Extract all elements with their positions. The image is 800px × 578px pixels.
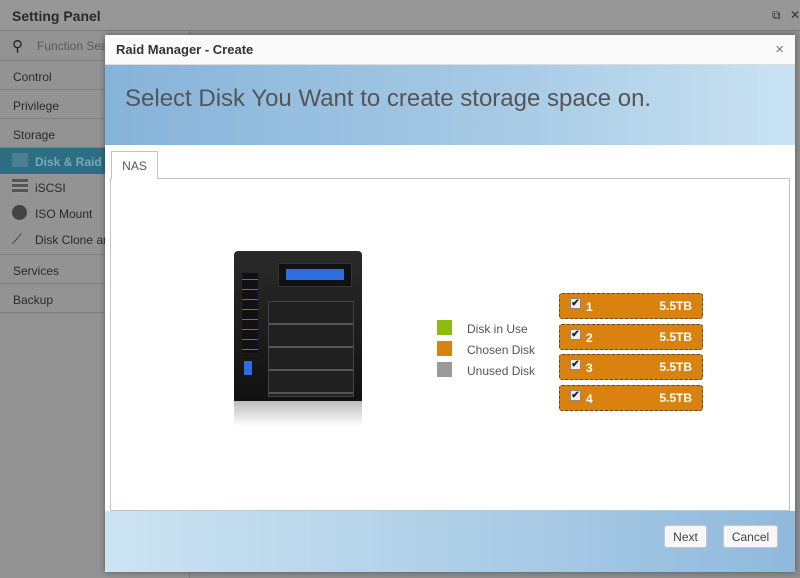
legend-item: Unused Disk bbox=[437, 361, 535, 382]
disc-icon bbox=[12, 205, 27, 220]
disk-item[interactable]: ✔ 3 5.5TB bbox=[559, 354, 703, 380]
dialog-footer: Next Cancel bbox=[105, 511, 795, 572]
label: Disk in Use bbox=[467, 322, 528, 336]
page-title: Select Disk You Want to create storage s… bbox=[125, 85, 652, 112]
disk-item[interactable]: ✔ 4 5.5TB bbox=[559, 384, 703, 411]
swatch bbox=[437, 341, 452, 356]
disk-number: 1 bbox=[586, 300, 593, 314]
search-icon: ⚲ bbox=[12, 38, 23, 55]
swatch bbox=[437, 362, 452, 377]
broom-icon: ⟋ bbox=[12, 231, 22, 247]
disk-size: 5.5TB bbox=[659, 390, 692, 405]
disk-checkbox[interactable]: ✔ bbox=[570, 359, 581, 370]
raid-manager-dialog: Raid Manager - Create × Select Disk You … bbox=[105, 35, 795, 572]
app-titlebar: Setting Panel ⧉ ✕ bbox=[0, 0, 800, 31]
disk-icon bbox=[12, 153, 28, 167]
cancel-button[interactable]: Cancel bbox=[723, 525, 778, 548]
legend: Disk in Use Chosen Disk Unused Disk bbox=[437, 319, 535, 382]
close-icon[interactable]: ✕ bbox=[790, 8, 800, 22]
disk-item[interactable]: ✔ 2 5.5TB bbox=[559, 323, 703, 350]
label: Disk & Raid bbox=[35, 155, 102, 169]
disk-size: 5.5TB bbox=[659, 299, 692, 313]
legend-item: Disk in Use bbox=[437, 319, 535, 340]
dialog-header: Raid Manager - Create × bbox=[105, 35, 795, 65]
disk-number: 4 bbox=[586, 391, 593, 406]
tab-nas[interactable]: NAS bbox=[111, 151, 158, 179]
next-button[interactable]: Next bbox=[664, 525, 707, 548]
restore-icon[interactable]: ⧉ bbox=[772, 8, 781, 23]
dialog-title: Raid Manager - Create bbox=[116, 42, 254, 57]
label: ISO Mount bbox=[35, 207, 93, 221]
disk-checkbox[interactable]: ✔ bbox=[570, 389, 581, 401]
swatch bbox=[437, 320, 452, 335]
legend-item: Chosen Disk bbox=[437, 340, 535, 361]
disk-item[interactable]: ✔ 1 5.5TB bbox=[559, 293, 703, 319]
disk-list: ✔ 1 5.5TB ✔ 2 5.5TB ✔ 3 5.5TB ✔ 4 5.5TB bbox=[559, 293, 703, 415]
close-button[interactable]: × bbox=[775, 41, 784, 58]
nas-device-image bbox=[234, 251, 362, 426]
label: Unused Disk bbox=[467, 364, 536, 378]
label: iSCSI bbox=[35, 181, 66, 195]
app-title: Setting Panel bbox=[12, 8, 101, 24]
disk-panel: Disk in Use Chosen Disk Unused Disk ✔ 1 5.… bbox=[110, 178, 790, 511]
disk-checkbox[interactable]: ✔ bbox=[570, 298, 581, 309]
disk-number: 2 bbox=[586, 330, 593, 345]
disk-checkbox[interactable]: ✔ bbox=[570, 328, 581, 340]
label: Chosen Disk bbox=[467, 343, 536, 357]
banner: Select Disk You Want to create storage s… bbox=[105, 65, 795, 145]
server-icon bbox=[12, 179, 28, 193]
disk-size: 5.5TB bbox=[659, 329, 692, 344]
disk-size: 5.5TB bbox=[659, 360, 692, 374]
disk-number: 3 bbox=[586, 361, 593, 375]
